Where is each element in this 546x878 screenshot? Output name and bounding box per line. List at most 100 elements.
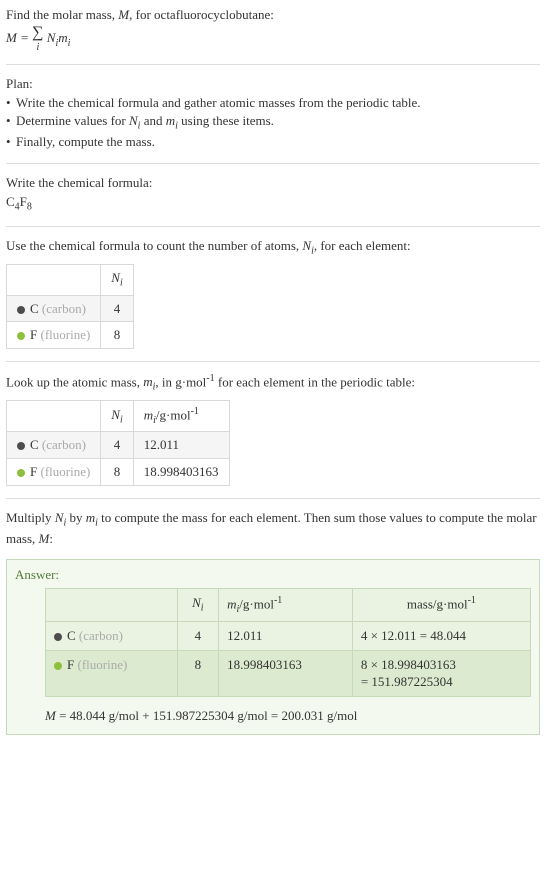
ans-calc: 8 × 18.998403163 = 151.987225304 <box>352 650 530 696</box>
chemical-formula-section: Write the chemical formula: C4F8 <box>6 172 540 223</box>
mass-m-val: 18.998403163 <box>133 458 229 485</box>
ans-N: 8 <box>177 650 218 696</box>
table-row: F (fluorine) 8 <box>7 322 134 349</box>
mass-N: 4 <box>101 432 133 459</box>
el-paren: (fluorine) <box>77 657 127 672</box>
divider <box>6 498 540 499</box>
table-row: C (carbon) 4 12.011 4 × 12.011 = 48.044 <box>46 622 531 651</box>
bullet-mark: • <box>6 94 16 112</box>
ans-hdr-mass: mass/g·mol-1 <box>352 588 530 621</box>
mass-title-b: , in g·mol <box>155 374 206 389</box>
plan-bullet-3: • Finally, compute the mass. <box>6 133 540 151</box>
el-paren: (fluorine) <box>40 464 90 479</box>
intro-text-a: Find the molar mass, <box>6 7 118 22</box>
el-name: C <box>30 301 39 316</box>
el-name: F <box>30 464 37 479</box>
ans-calc-b: = 151.987225304 <box>361 674 453 689</box>
ans-hdr-Ni: Ni <box>177 588 218 621</box>
fluorine-dot-icon <box>54 662 62 670</box>
answer-box: Answer: Ni mi/g·mol-1 mass/g·mol-1 C (ca… <box>6 559 540 735</box>
count-val: 4 <box>101 295 133 322</box>
intro-M: M <box>118 7 129 22</box>
plan-bullet-1: • Write the chemical formula and gather … <box>6 94 540 112</box>
carbon-dot-icon <box>17 306 25 314</box>
divider <box>6 64 540 65</box>
intro-section: Find the molar mass, M, for octafluorocy… <box>6 4 540 60</box>
eq-m-sub: i <box>68 37 71 48</box>
ans-calc-a: 8 × 18.998403163 <box>361 657 456 672</box>
el-paren: (carbon) <box>42 437 86 452</box>
carbon-dot-icon <box>17 442 25 450</box>
mult-M: M <box>39 531 50 546</box>
plan-title: Plan: <box>6 75 540 93</box>
eq-equals: = <box>17 30 32 45</box>
plan-m: m <box>166 113 175 128</box>
mass-m-val: 12.011 <box>133 432 229 459</box>
divider <box>6 226 540 227</box>
chem-title: Write the chemical formula: <box>6 174 540 192</box>
el-name: F <box>30 327 37 342</box>
chem-F: F <box>20 194 27 209</box>
ans-blank-hdr <box>46 588 178 621</box>
count-title-b: , for each element: <box>314 238 411 253</box>
eq-sigma-sub: i <box>36 42 39 53</box>
el-paren: (fluorine) <box>40 327 90 342</box>
mult-a: Multiply <box>6 510 55 525</box>
count-blank-hdr <box>7 265 101 295</box>
ans-m: 18.998403163 <box>219 650 353 696</box>
mass-title: Look up the atomic mass, mi, in g·mol-1 … <box>6 372 540 394</box>
multiply-section: Multiply Ni by mi to compute the mass fo… <box>6 507 540 556</box>
mass-hdr-Ni: Ni <box>101 401 133 432</box>
bullet-mark: • <box>6 133 16 151</box>
ans-m: 12.011 <box>219 622 353 651</box>
ans-calc: 4 × 12.011 = 48.044 <box>352 622 530 651</box>
chem-C: C <box>6 194 15 209</box>
count-title: Use the chemical formula to count the nu… <box>6 237 540 258</box>
mass-table: Ni mi/g·mol-1 C (carbon) 4 12.011 F (flu… <box>6 400 230 486</box>
final-M: M <box>45 708 56 723</box>
table-row: C (carbon) 4 <box>7 295 134 322</box>
count-val: 8 <box>101 322 133 349</box>
intro-equation: M = ∑ i Nimi <box>6 26 540 52</box>
chemical-formula: C4F8 <box>6 193 540 214</box>
el-name: C <box>67 628 76 643</box>
eq-sigma: ∑ <box>32 24 43 41</box>
answer-label: Answer: <box>15 566 531 584</box>
eq-m: m <box>58 30 67 45</box>
final-rest: = 48.044 g/mol + 151.987225304 g/mol = 2… <box>56 708 358 723</box>
mass-section: Look up the atomic mass, mi, in g·mol-1 … <box>6 370 540 494</box>
ans-hdr-mi: mi/g·mol-1 <box>219 588 353 621</box>
mult-m: m <box>86 510 95 525</box>
mass-m: m <box>143 374 152 389</box>
plan-b3-text: Finally, compute the mass. <box>16 133 540 151</box>
final-equation: M = 48.044 g/mol + 151.987225304 g/mol =… <box>45 707 531 725</box>
count-N: N <box>302 238 311 253</box>
fluorine-dot-icon <box>17 332 25 340</box>
eq-M: M <box>6 30 17 45</box>
plan-section: Plan: • Write the chemical formula and g… <box>6 73 540 159</box>
plan-N: N <box>129 113 138 128</box>
chem-F8: 8 <box>27 202 32 213</box>
count-hdr-Ni: Ni <box>101 265 133 295</box>
table-row: F (fluorine) 8 18.998403163 8 × 18.99840… <box>46 650 531 696</box>
plan-and: and <box>140 113 165 128</box>
table-row: F (fluorine) 8 18.998403163 <box>7 458 230 485</box>
el-paren: (carbon) <box>42 301 86 316</box>
mass-hdr-mi: mi/g·mol-1 <box>133 401 229 432</box>
count-table: Ni C (carbon) 4 F (fluorine) 8 <box>6 264 134 348</box>
plan-b1-text: Write the chemical formula and gather at… <box>16 94 540 112</box>
count-title-a: Use the chemical formula to count the nu… <box>6 238 302 253</box>
el-paren: (carbon) <box>79 628 123 643</box>
el-name: F <box>67 657 74 672</box>
mass-blank-hdr <box>7 401 101 432</box>
fluorine-dot-icon <box>17 469 25 477</box>
plan-bullet-2: • Determine values for Ni and mi using t… <box>6 112 540 133</box>
divider <box>6 361 540 362</box>
plan-b2b: using these items. <box>178 113 274 128</box>
count-section: Use the chemical formula to count the nu… <box>6 235 540 356</box>
carbon-dot-icon <box>54 633 62 641</box>
intro-line: Find the molar mass, M, for octafluorocy… <box>6 6 540 24</box>
intro-text-b: , for octafluorocyclobutane: <box>129 7 274 22</box>
answer-table: Ni mi/g·mol-1 mass/g·mol-1 C (carbon) 4 … <box>45 588 531 697</box>
divider <box>6 163 540 164</box>
